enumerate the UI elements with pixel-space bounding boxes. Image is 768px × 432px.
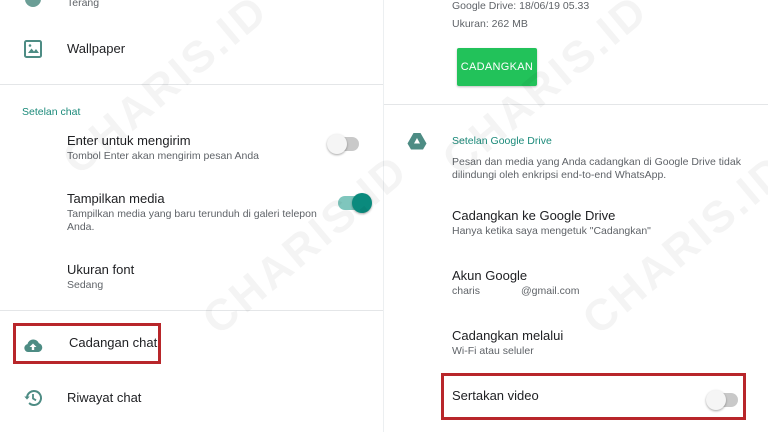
font-size-title: Ukuran font <box>67 262 135 277</box>
media-visibility-subtitle: Tampilkan media yang baru terunduh di ga… <box>67 208 317 233</box>
wallpaper-icon <box>24 40 42 58</box>
backup-over-title: Cadangkan melalui <box>452 328 564 343</box>
backup-to-drive-value: Hanya ketika saya mengetuk "Cadangkan" <box>452 225 651 237</box>
divider <box>384 104 768 105</box>
backup-to-drive-title: Cadangkan ke Google Drive <box>452 208 616 223</box>
google-drive-icon <box>407 133 427 150</box>
media-visibility-title: Tampilkan media <box>67 191 165 206</box>
history-icon <box>24 390 42 406</box>
google-drive-encryption-note: Pesan dan media yang Anda cadangkan di G… <box>452 156 741 181</box>
include-videos-highlight <box>441 373 746 420</box>
chat-backup-panel: Google Drive: 18/06/19 05.33 Ukuran: 262… <box>384 0 768 432</box>
chat-settings-panel: Terang Wallpaper Setelan chat Enter untu… <box>0 0 383 432</box>
toggle-knob <box>352 193 372 213</box>
font-size-row[interactable]: Ukuran font Sedang <box>0 256 383 296</box>
backup-button[interactable]: CADANGKAN <box>457 48 537 86</box>
google-account-row[interactable]: Akun Google charis @gmail.com <box>384 262 768 302</box>
wallpaper-label: Wallpaper <box>67 41 126 56</box>
backup-over-value: Wi-Fi atau seluler <box>452 345 534 357</box>
backup-to-drive-row[interactable]: Cadangkan ke Google Drive Hanya ketika s… <box>384 202 768 242</box>
media-visibility-toggle[interactable] <box>338 193 372 213</box>
chat-history-label: Riwayat chat <box>67 390 142 405</box>
enter-to-send-toggle[interactable] <box>327 134 359 154</box>
theme-value: Terang <box>67 0 100 9</box>
enter-to-send-title: Enter untuk mengirim <box>67 133 191 148</box>
divider <box>0 310 383 311</box>
chat-backup-highlight <box>13 323 161 364</box>
google-drive-settings-title: Setelan Google Drive <box>452 135 552 147</box>
enter-to-send-row[interactable]: Enter untuk mengirim Tombol Enter akan m… <box>0 128 383 168</box>
theme-row[interactable]: Terang <box>0 0 383 18</box>
toggle-knob <box>327 134 347 154</box>
google-account-domain: @gmail.com <box>521 285 580 297</box>
media-visibility-row[interactable]: Tampilkan media Tampilkan media yang bar… <box>0 186 383 236</box>
google-account-title: Akun Google <box>452 268 528 283</box>
theme-icon <box>25 0 41 7</box>
divider <box>0 84 383 85</box>
wallpaper-row[interactable]: Wallpaper <box>0 30 383 70</box>
google-drive-backup-info: Google Drive: 18/06/19 05.33 <box>452 0 590 12</box>
backup-size-info: Ukuran: 262 MB <box>452 18 528 30</box>
backup-over-row[interactable]: Cadangkan melalui Wi-Fi atau seluler <box>384 322 768 362</box>
chat-settings-section-title: Setelan chat <box>22 106 81 118</box>
chat-history-row[interactable]: Riwayat chat <box>0 378 383 418</box>
font-size-value: Sedang <box>67 279 104 291</box>
google-account-name: charis <box>452 285 481 297</box>
enter-to-send-subtitle: Tombol Enter akan mengirim pesan Anda <box>67 150 260 162</box>
